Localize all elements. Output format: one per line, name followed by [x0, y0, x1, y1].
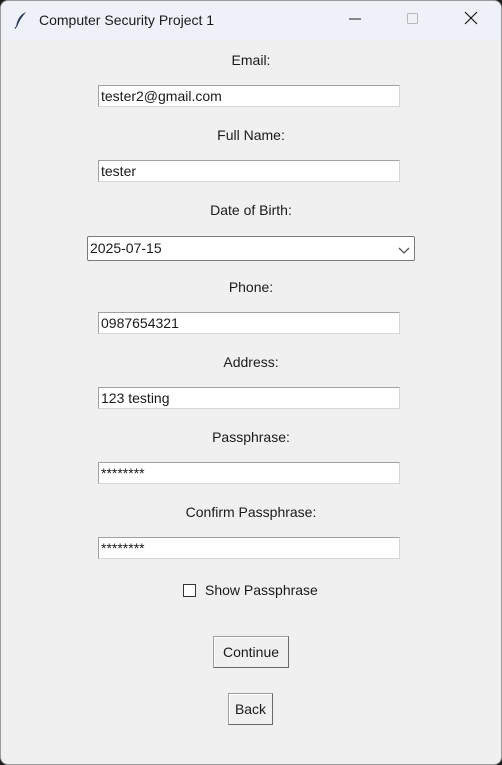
close-icon [464, 11, 478, 30]
email-label: Email: [231, 52, 271, 68]
fullname-field[interactable]: tester [98, 160, 400, 182]
title-bar[interactable]: Computer Security Project 1 [1, 1, 501, 40]
minimize-icon [349, 12, 361, 30]
app-window: Computer Security Project 1 Email: teste… [0, 0, 502, 765]
confirm-passphrase-field[interactable]: ******** [98, 537, 400, 559]
back-button[interactable]: Back [228, 693, 273, 725]
continue-button[interactable]: Continue [213, 636, 289, 668]
show-passphrase-toggle[interactable]: Show Passphrase [183, 581, 318, 599]
fullname-label: Full Name: [217, 127, 285, 143]
minimize-button[interactable] [327, 1, 383, 40]
phone-field[interactable]: 0987654321 [98, 312, 400, 334]
phone-label: Phone: [228, 279, 274, 295]
maximize-icon [407, 12, 419, 30]
close-button[interactable] [443, 1, 499, 40]
dob-label: Date of Birth: [210, 202, 292, 218]
passphrase-label: Passphrase: [212, 429, 290, 445]
maximize-button[interactable] [385, 1, 441, 40]
show-passphrase-label: Show Passphrase [205, 582, 318, 598]
show-passphrase-checkbox[interactable] [183, 583, 196, 597]
dob-dropdown[interactable]: 2025-07-15 [87, 236, 415, 261]
feather-icon [13, 11, 29, 29]
passphrase-field[interactable]: ******** [98, 462, 400, 484]
chevron-down-icon[interactable] [398, 243, 410, 254]
dob-value: 2025-07-15 [90, 240, 162, 256]
window-title: Computer Security Project 1 [39, 12, 215, 28]
address-field[interactable]: 123 testing [98, 387, 400, 409]
confirm-passphrase-label: Confirm Passphrase: [185, 504, 317, 520]
address-label: Address: [223, 354, 279, 370]
email-field[interactable]: tester2@gmail.com [98, 85, 400, 107]
